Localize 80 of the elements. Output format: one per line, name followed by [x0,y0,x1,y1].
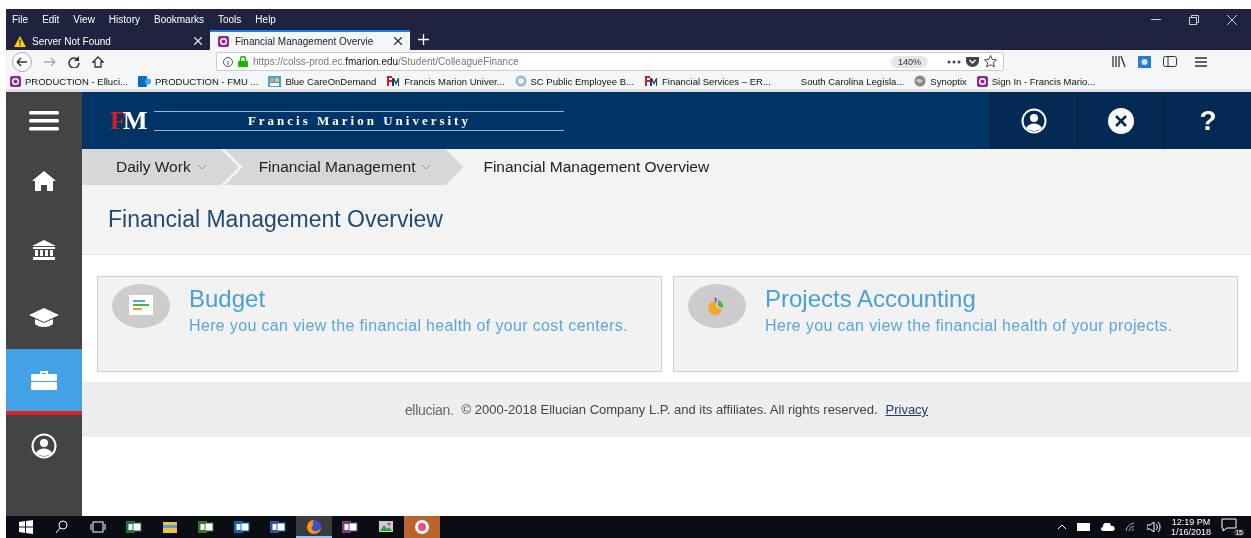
ellucian-logo: ellucian. [404,401,454,418]
card-title: Projects Accounting [765,284,977,314]
fm-logo-icon [644,75,659,87]
close-icon[interactable] [394,37,402,45]
help-button[interactable]: ? [1164,92,1251,149]
wifi-icon[interactable] [1124,522,1137,532]
graduation-cap-icon [29,308,59,328]
zoom-level[interactable]: 140% [890,55,928,68]
url-field[interactable]: https://colss-prod.ec.fmarion.edu/Student/ColleagueFinance 140% [216,52,1004,71]
fm-logo-icon [386,75,401,87]
bookmark-link[interactable]: Blue CareOnDemand [285,75,377,87]
globe-icon [914,75,927,87]
card-title: Budget [189,284,267,314]
new-tab-icon[interactable] [418,34,429,45]
volume-icon[interactable] [1146,522,1161,532]
menu-item[interactable]: Help [255,14,276,25]
itunes-app-icon[interactable] [404,516,440,538]
user-icon [1021,107,1047,134]
browser-tab[interactable]: Server Not Found [6,30,210,50]
university-logo: FM [110,105,145,136]
home-icon [32,170,56,191]
chevron-up-icon[interactable] [1056,524,1067,530]
briefcase-icon [31,370,57,390]
globe-icon [514,75,527,87]
bookmark-link[interactable]: Financial Services – ER... [662,75,771,87]
close-icon [1108,107,1134,134]
bookmark-link[interactable]: Synoptix [930,75,967,87]
user-icon [31,433,57,459]
pocket-icon[interactable] [966,56,979,67]
minimize-icon[interactable] [1151,18,1161,21]
sign-out-button[interactable] [1077,92,1164,149]
page-title: Financial Management Overview [108,206,443,233]
bank-icon [32,239,56,260]
warning-icon [14,35,26,47]
menu-item[interactable]: File [12,14,29,25]
menu-icon [29,110,59,131]
sharepoint-icon [137,75,151,87]
back-icon[interactable] [12,51,32,72]
sidebar-icon[interactable] [1163,56,1177,67]
more-icon[interactable] [947,59,961,64]
ellucian-icon [218,35,229,47]
breadcrumb[interactable]: Financial Management [224,149,464,185]
bookmark-link[interactable]: Francis Marion Univer... [404,75,505,87]
menu-icon[interactable] [1195,56,1207,67]
sidebar-button[interactable] [6,349,82,415]
card-description: Here you can view the financial health of your projects. [765,316,1173,336]
home-icon[interactable] [92,55,104,68]
clock-date[interactable]: 1/16/2018 [1170,527,1211,537]
lock-icon [238,56,248,67]
menu-item[interactable]: View [73,14,95,25]
bookmark-link[interactable]: South Carolina Legisla... [800,75,905,87]
bookmark-link[interactable]: SC Public Employee B... [530,75,635,87]
extension-icon[interactable] [1138,55,1151,68]
chevron-down-icon [196,164,207,170]
browser-tab[interactable]: Financial Management Overvie [210,30,410,50]
profile-button[interactable] [990,92,1077,149]
budget-icon [112,284,170,328]
clock-time[interactable]: 12:19 PM [1171,517,1211,527]
breadcrumb[interactable]: Daily Work [82,149,239,185]
bookmark-link[interactable]: Sign In - Francis Mario... [991,75,1096,87]
bookmark-link[interactable]: PRODUCTION - Elluci... [25,75,128,87]
chevron-down-icon [421,164,432,170]
menu-item[interactable]: History [108,14,140,25]
pie-chart-icon [688,284,746,328]
restore-icon[interactable] [1189,14,1199,25]
university-name: Francis Marion University [247,112,471,129]
menu-item[interactable]: Edit [42,14,60,25]
firefox-app-icon[interactable] [296,516,332,538]
cloud-icon[interactable] [1100,523,1115,531]
battery-icon[interactable] [1076,523,1091,531]
menu-item[interactable]: Bookmarks [154,14,204,25]
reload-icon[interactable] [68,55,80,68]
menu-item[interactable]: Tools [218,14,242,25]
info-icon [223,56,233,67]
bookmark-link[interactable]: PRODUCTION - FMU ... [154,75,259,87]
library-icon[interactable] [1112,56,1126,67]
copyright-text: © 2000-2018 Ellucian Company L.P. and its affiliates. All rights reserved. [461,402,878,417]
privacy-link[interactable]: Privacy [885,402,929,417]
card-description: Here you can view the financial health of your cost centers. [189,316,628,336]
star-icon[interactable] [984,55,997,68]
